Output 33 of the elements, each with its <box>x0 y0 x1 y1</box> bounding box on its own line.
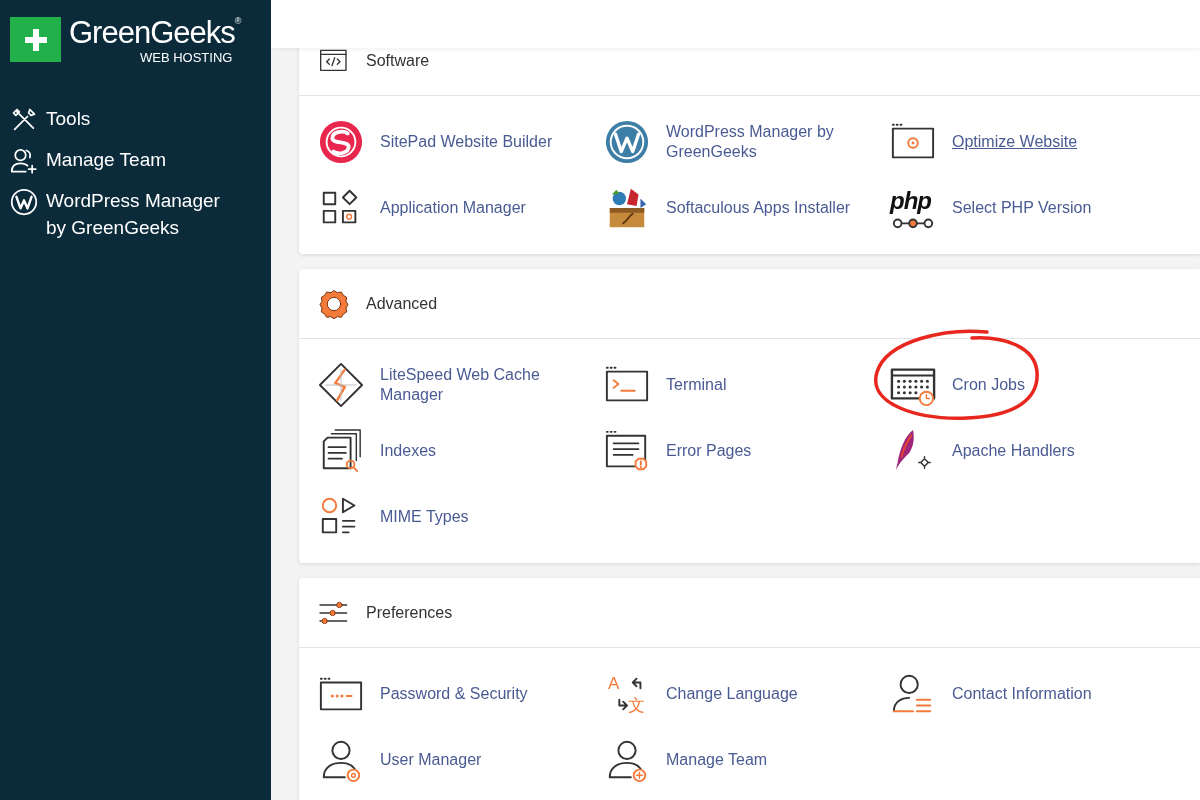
tool-link[interactable]: Apache Handlers <box>890 418 1176 484</box>
tool-link[interactable]: Cron Jobs <box>890 352 1176 418</box>
section-title: Advanced <box>366 293 438 314</box>
tool-link[interactable]: LiteSpeed Web Cache Manager <box>318 352 604 418</box>
tool-link[interactable]: Error Pages <box>604 418 890 484</box>
sidebar-item[interactable]: WordPress Manager by GreenGeeks <box>0 187 271 241</box>
tool-link[interactable]: Password & Security <box>318 661 604 727</box>
tool-link[interactable]: Manage Team <box>604 727 890 793</box>
tool-link[interactable]: Indexes <box>318 418 604 484</box>
section-title: Software <box>366 50 430 71</box>
tool-link[interactable]: Optimize Website <box>890 109 1176 175</box>
logo-plus-icon <box>10 17 61 62</box>
team-icon <box>10 146 38 175</box>
lightning-diamond-icon <box>318 362 364 408</box>
tool-link[interactable]: WordPress Manager by GreenGeeks <box>604 109 890 175</box>
tool-link[interactable]: User Manager <box>318 727 604 793</box>
wordpress-logo-icon <box>10 187 38 216</box>
section-title: Preferences <box>366 602 453 623</box>
tool-link[interactable]: Softaculous Apps Installer <box>604 175 890 241</box>
sidebar-item[interactable]: Manage Team <box>0 146 271 175</box>
tool-link[interactable]: A 文 Change Language <box>604 661 890 727</box>
tool-link[interactable]: Contact Information <box>890 661 1176 727</box>
tool-link[interactable]: Terminal <box>604 352 890 418</box>
logo-tagline: WEB HOSTING <box>138 49 233 67</box>
spiral-logo-icon <box>318 119 364 165</box>
tool-link[interactable]: Application Manager <box>318 175 604 241</box>
tool-link[interactable]: php Select PHP Version <box>890 175 1176 241</box>
tool-link[interactable]: SitePad Website Builder <box>318 109 604 175</box>
gear-icon <box>318 287 350 320</box>
sidebar-item[interactable]: Tools <box>0 105 271 134</box>
wordpress-logo-icon <box>604 119 650 165</box>
tool-link[interactable]: MIME Types <box>318 484 604 550</box>
logo-wordmark: GreenGeeks® <box>69 17 241 48</box>
